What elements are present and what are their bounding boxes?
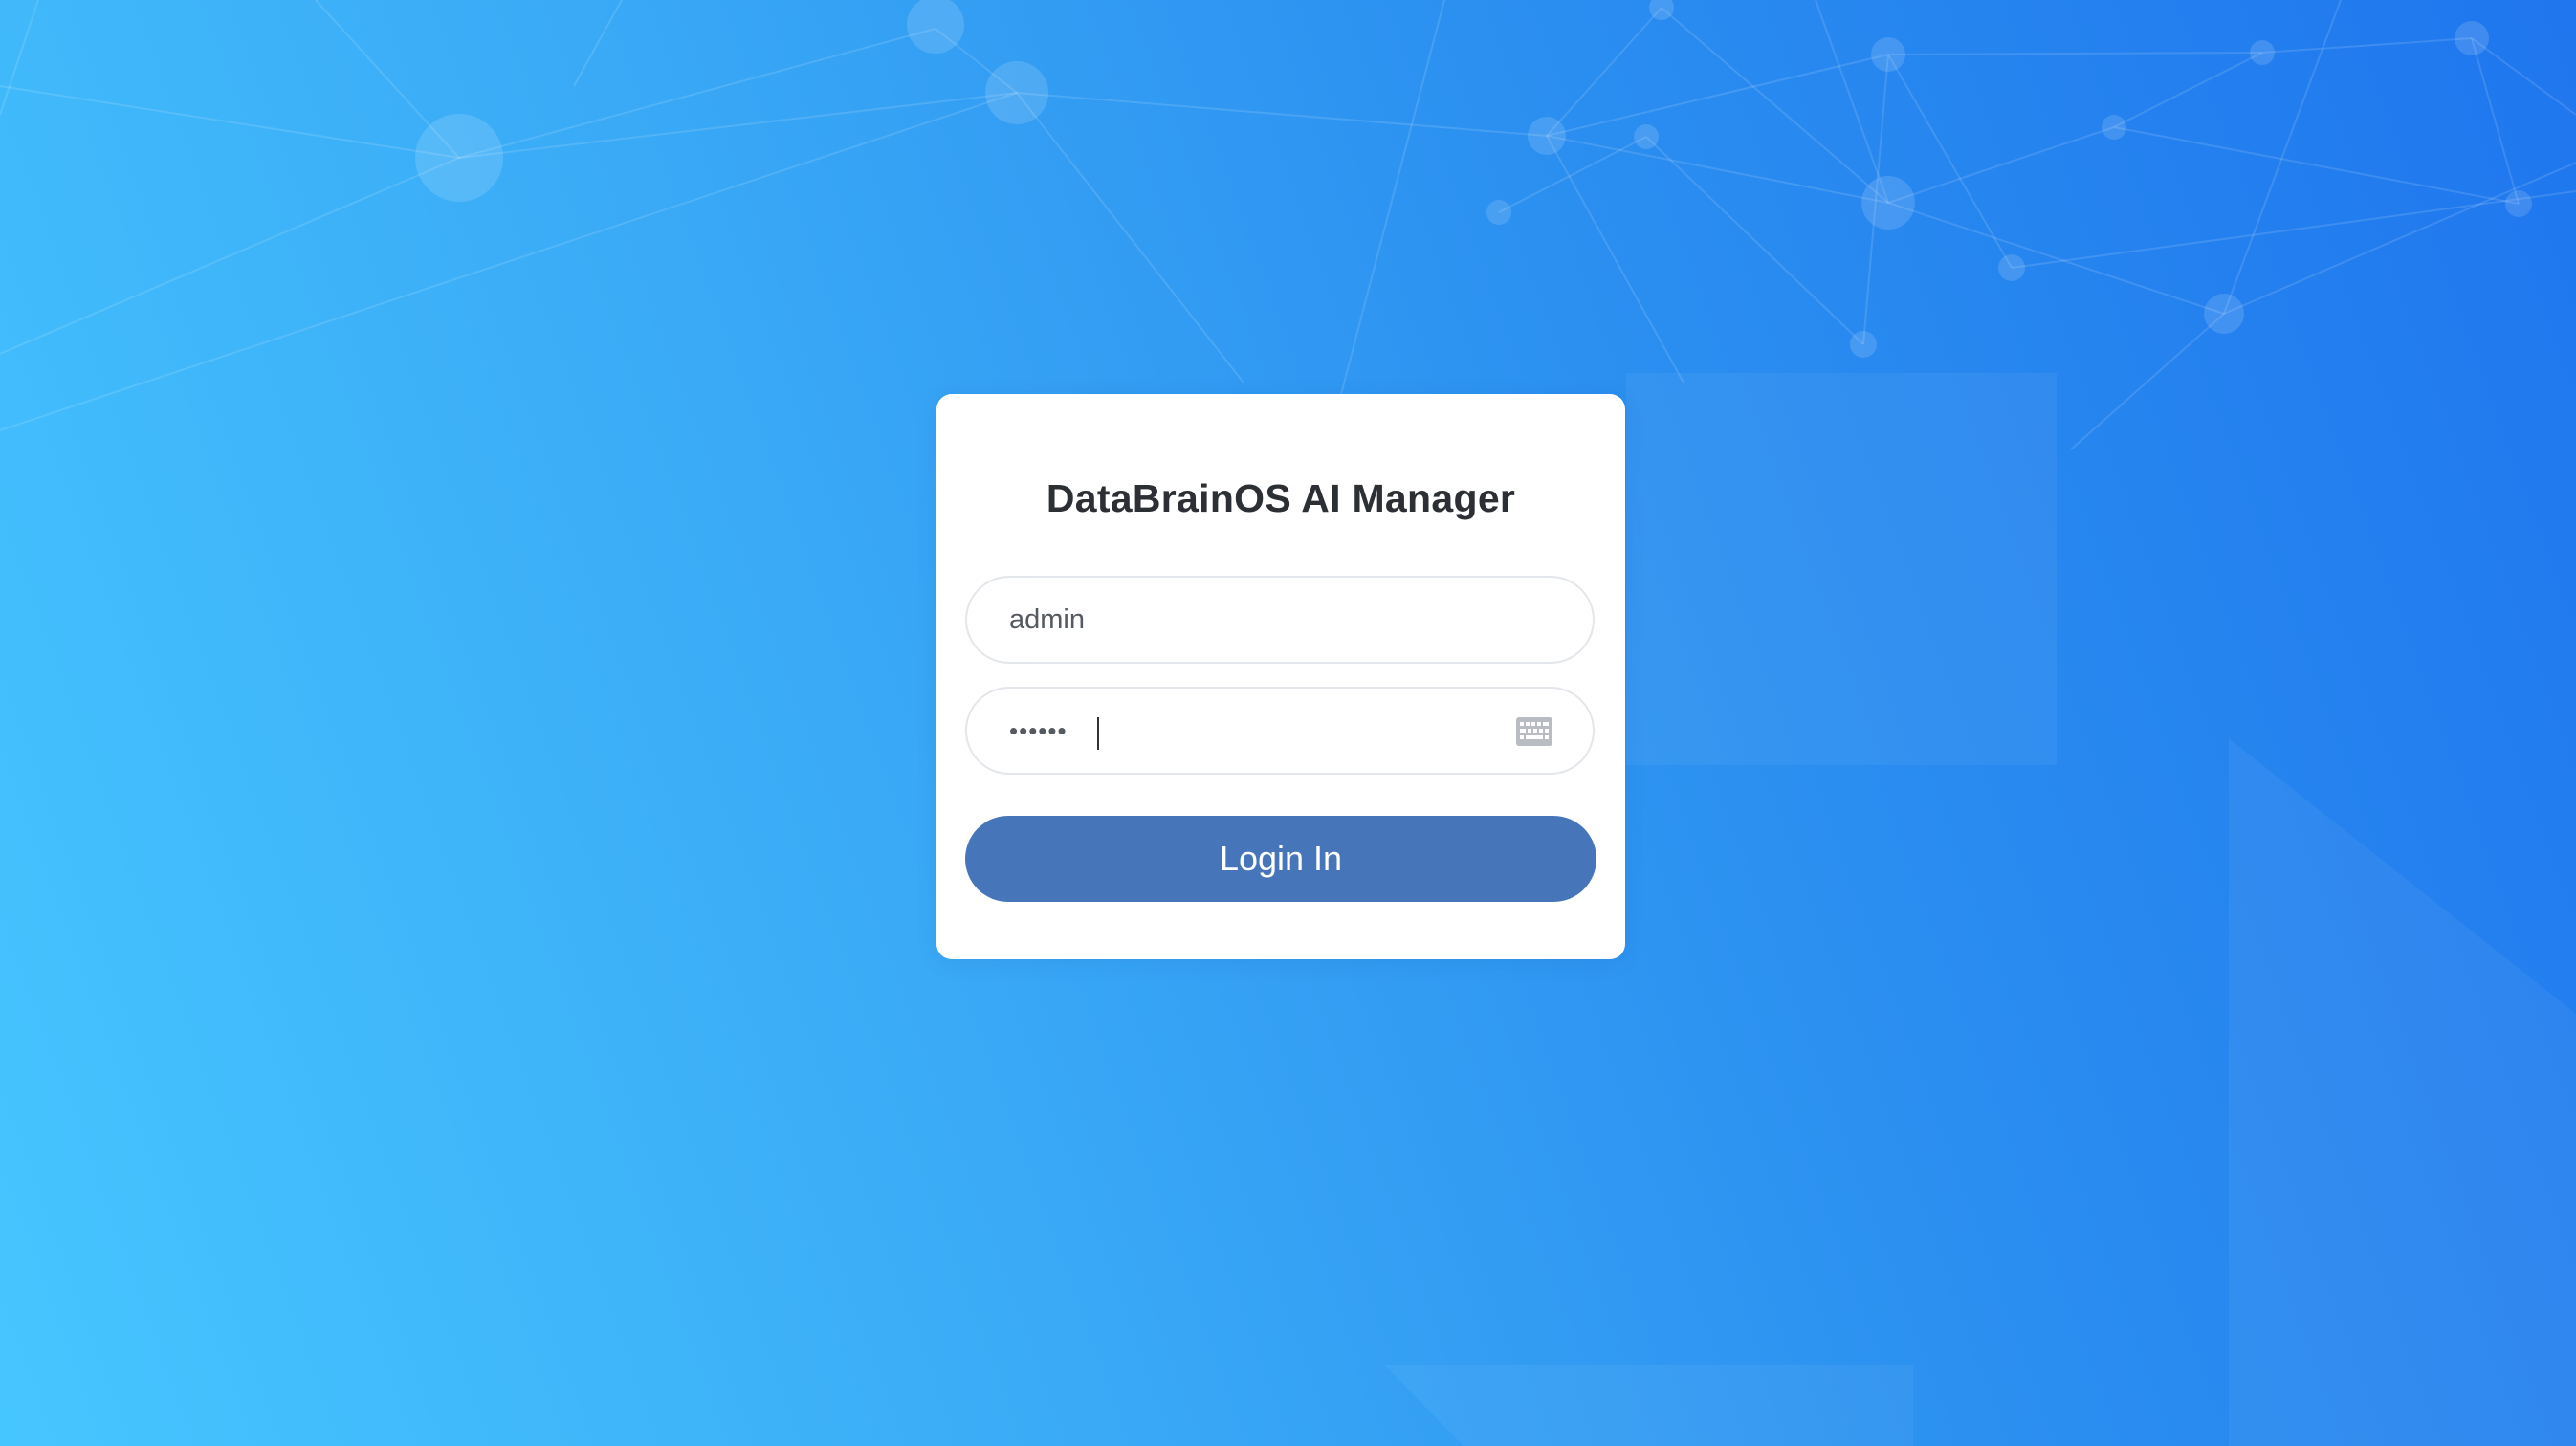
text-caret <box>1097 717 1099 750</box>
login-button[interactable]: Login In <box>965 816 1596 902</box>
keyboard-icon[interactable] <box>1516 717 1552 746</box>
username-input[interactable] <box>1009 578 1507 662</box>
login-card: DataBrainOS AI Manager admin •••••• Logi… <box>936 394 1625 959</box>
username-field[interactable] <box>965 576 1595 664</box>
page-title: DataBrainOS AI Manager <box>1046 476 1516 520</box>
password-input[interactable] <box>1009 689 1507 773</box>
password-field[interactable] <box>965 687 1595 775</box>
